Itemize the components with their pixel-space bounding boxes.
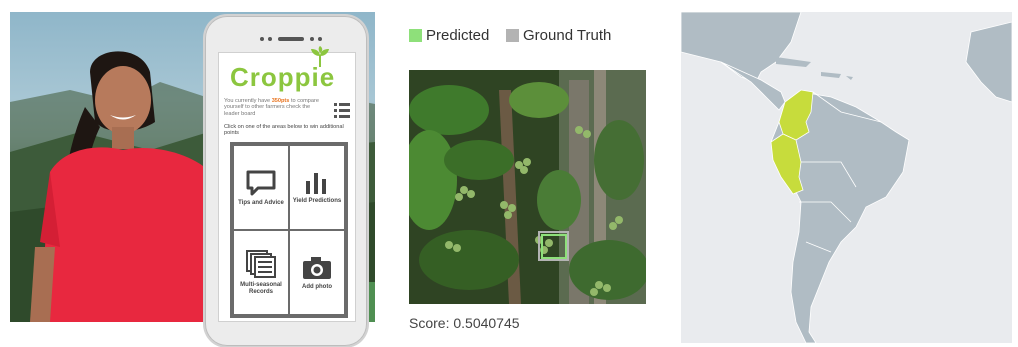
legend-predicted: Predicted	[409, 27, 489, 44]
south-america-map	[681, 12, 1012, 343]
colombia-region	[778, 89, 814, 141]
points-value: 350pts	[271, 98, 290, 104]
camera-icon	[303, 256, 331, 279]
legend-ground-truth: Ground Truth	[506, 27, 611, 44]
instruction-text: Click on one of the areas below to win a…	[224, 124, 344, 137]
action-grid: Tips and Advice Yield Predictions Multi-…	[230, 142, 348, 318]
add-photo-tile[interactable]: Add photo	[289, 230, 345, 315]
menu-icon[interactable]	[334, 103, 350, 121]
ground-truth-swatch	[506, 29, 519, 42]
speech-bubble-icon	[246, 170, 276, 195]
stacked-records-icon	[246, 250, 276, 278]
map-land	[681, 12, 1012, 343]
predicted-swatch	[409, 29, 422, 42]
yield-predictions-tile[interactable]: Yield Predictions	[289, 145, 345, 230]
phone-speaker	[260, 37, 322, 41]
coffee-plant-photo	[409, 70, 646, 304]
bar-chart-icon	[306, 172, 326, 194]
sprout-icon	[311, 46, 329, 67]
multi-seasonal-records-tile[interactable]: Multi-seasonal Records	[233, 230, 289, 315]
score-label: Score: 0.5040745	[409, 315, 520, 331]
tips-advice-tile[interactable]: Tips and Advice	[233, 145, 289, 230]
coffee-plant-image	[409, 70, 646, 304]
points-message: You currently have 350pts to compare you…	[224, 98, 319, 117]
